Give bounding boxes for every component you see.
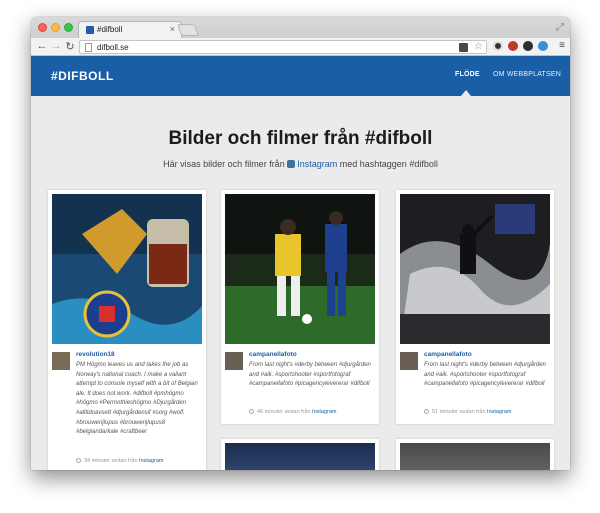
subtitle-text: Här visas bilder och filmer från (163, 159, 285, 169)
post-meta: 51 minuter sedan från Instagram (424, 409, 512, 415)
clock-icon (424, 409, 429, 414)
post-image[interactable] (52, 194, 202, 344)
post-username[interactable]: campanellafoto (424, 351, 472, 358)
clock-icon (249, 409, 254, 414)
site-header: #DIFBOLL FLÖDE OM WEBBPLATSEN (31, 56, 570, 96)
tab-close-icon[interactable]: × (170, 24, 175, 34)
extension-icon[interactable] (523, 41, 533, 51)
subtitle-text: med hashtaggen #difboll (339, 159, 438, 169)
tab-strip: #difboll × ⤢ (31, 17, 570, 38)
minimize-window-button[interactable] (51, 23, 60, 32)
forward-button[interactable]: → (50, 40, 62, 52)
post-caption: PM Högmo leaves us and takes the job as … (76, 362, 198, 436)
post-meta: 34 minuter sedan från Instagram (76, 458, 164, 464)
image-extension-icon[interactable] (459, 43, 468, 52)
post-image[interactable] (225, 194, 375, 344)
post-card[interactable] (221, 439, 379, 470)
post-source-link[interactable]: Instagram (139, 458, 163, 464)
avatar[interactable] (225, 352, 243, 370)
post-meta: 46 minuter sedan från Instagram (249, 409, 337, 415)
instagram-link[interactable]: Instagram (297, 159, 337, 169)
post-time: 34 minuter sedan från (84, 458, 138, 464)
nav-item-flode[interactable]: FLÖDE (455, 71, 480, 78)
post-card[interactable] (396, 439, 554, 470)
page-subtitle: Här visas bilder och filmer från Instagr… (31, 159, 570, 169)
clock-icon (76, 458, 81, 463)
zoom-window-button[interactable] (64, 23, 73, 32)
avatar[interactable] (52, 352, 70, 370)
post-source-link[interactable]: Instagram (487, 409, 511, 415)
post-card[interactable]: campanellafoto From last night's #derby … (221, 190, 379, 424)
post-image[interactable] (225, 443, 375, 470)
extension-icon[interactable] (493, 41, 503, 51)
avatar[interactable] (400, 352, 418, 370)
reload-button[interactable]: ↻ (64, 40, 76, 53)
tab-title: #difboll (97, 25, 123, 34)
post-card[interactable]: revolution18 PM Högmo leaves us and take… (48, 190, 206, 470)
extension-icon[interactable] (538, 41, 548, 51)
post-username[interactable]: campanellafoto (249, 351, 297, 358)
bookmark-star-icon[interactable]: ☆ (474, 41, 483, 52)
menu-icon[interactable]: ≡ (559, 40, 565, 51)
page-title: Bilder och filmer från #difboll (168, 128, 433, 149)
back-button[interactable]: ← (36, 40, 48, 52)
close-window-button[interactable] (38, 23, 47, 32)
browser-window: #difboll × ⤢ ← → ↻ difboll.se ☆ ≡ #DIFBO… (31, 17, 570, 470)
post-caption: From last night's #derby between #djurgå… (424, 362, 546, 388)
site-logo[interactable]: #DIFBOLL (51, 69, 114, 83)
browser-tab[interactable]: #difboll × (78, 21, 182, 38)
site-content: #DIFBOLL FLÖDE OM WEBBPLATSEN Bilder och… (31, 56, 570, 470)
post-username[interactable]: revolution18 (76, 351, 115, 358)
post-image[interactable] (400, 443, 550, 470)
instagram-icon (287, 160, 296, 168)
address-text: difboll.se (97, 43, 129, 52)
fullscreen-icon[interactable]: ⤢ (556, 22, 564, 33)
post-time: 46 minuter sedan från (257, 409, 311, 415)
post-source-link[interactable]: Instagram (312, 409, 336, 415)
active-nav-caret (461, 90, 471, 96)
post-card[interactable]: campanellafoto From last night's #derby … (396, 190, 554, 424)
post-time: 51 minuter sedan från (432, 409, 486, 415)
new-tab-button[interactable] (176, 24, 200, 36)
post-image[interactable] (400, 194, 550, 344)
nav-item-about[interactable]: OM WEBBPLATSEN (493, 71, 561, 78)
page-icon (85, 43, 92, 52)
address-bar[interactable]: difboll.se ☆ (79, 40, 487, 54)
extension-icon[interactable] (508, 41, 518, 51)
post-caption: From last night's #derby between #djurgå… (249, 362, 371, 388)
browser-toolbar: ← → ↻ difboll.se ☆ ≡ (31, 38, 570, 56)
favicon-icon (86, 26, 94, 34)
